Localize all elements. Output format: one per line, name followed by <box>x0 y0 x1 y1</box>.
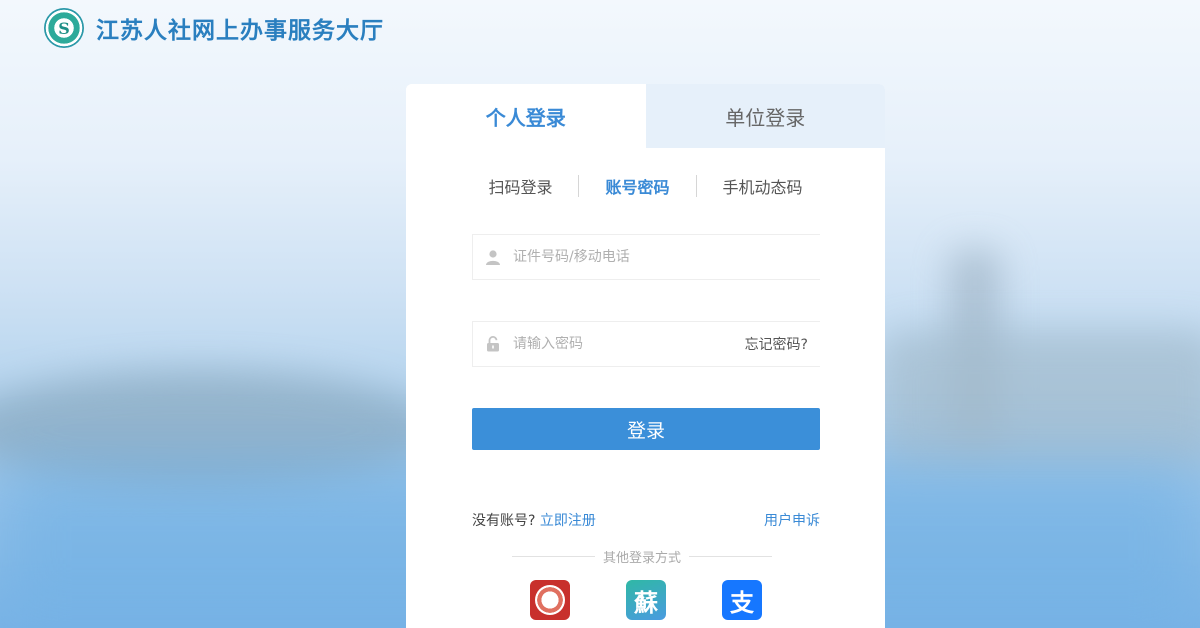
username-field <box>472 234 820 280</box>
site-logo-icon: S <box>44 8 84 48</box>
no-account-text: 没有账号? <box>472 513 536 529</box>
tab-organization-login[interactable]: 单位登录 <box>645 84 885 148</box>
register-link[interactable]: 立即注册 <box>540 513 596 529</box>
divider-line <box>512 556 595 557</box>
site-header: S 江苏人社网上办事服务大厅 <box>44 8 384 48</box>
jiangsu-hrss-app-icon[interactable] <box>530 580 570 620</box>
password-input[interactable] <box>513 336 745 352</box>
account-links: 没有账号? 立即注册 用户申诉 <box>472 510 820 530</box>
su-service-app-icon[interactable]: 蘇 <box>626 580 666 620</box>
password-field: 忘记密码? <box>472 321 820 367</box>
divider-line <box>689 556 773 557</box>
login-method-tabs: 扫码登录 账号密码 手机动态码 <box>406 174 885 198</box>
tab-account-password[interactable]: 账号密码 <box>579 174 695 198</box>
tab-personal-login[interactable]: 个人登录 <box>406 84 646 148</box>
login-card: 个人登录 单位登录 扫码登录 账号密码 手机动态码 忘记密码? 登录 <box>406 84 885 628</box>
other-login-label: 其他登录方式 <box>603 551 682 566</box>
login-type-tabs: 个人登录 单位登录 <box>406 84 885 148</box>
appeal-link[interactable]: 用户申诉 <box>764 510 820 530</box>
lock-icon <box>473 336 513 352</box>
alipay-icon[interactable]: 支 <box>722 580 762 620</box>
tab-sms-code[interactable]: 手机动态码 <box>697 174 829 198</box>
register-prompt: 没有账号? 立即注册 <box>472 510 596 530</box>
user-icon <box>473 249 513 265</box>
login-button[interactable]: 登录 <box>472 408 820 450</box>
tab-qrcode-login[interactable]: 扫码登录 <box>462 174 578 198</box>
background-skyline <box>880 330 1200 470</box>
site-title: 江苏人社网上办事服务大厅 <box>96 17 384 44</box>
other-login-divider: 其他登录方式 <box>512 547 773 566</box>
username-input[interactable] <box>513 249 820 265</box>
forgot-password-link[interactable]: 忘记密码? <box>745 334 820 354</box>
third-party-login: 蘇 支 <box>530 580 818 620</box>
